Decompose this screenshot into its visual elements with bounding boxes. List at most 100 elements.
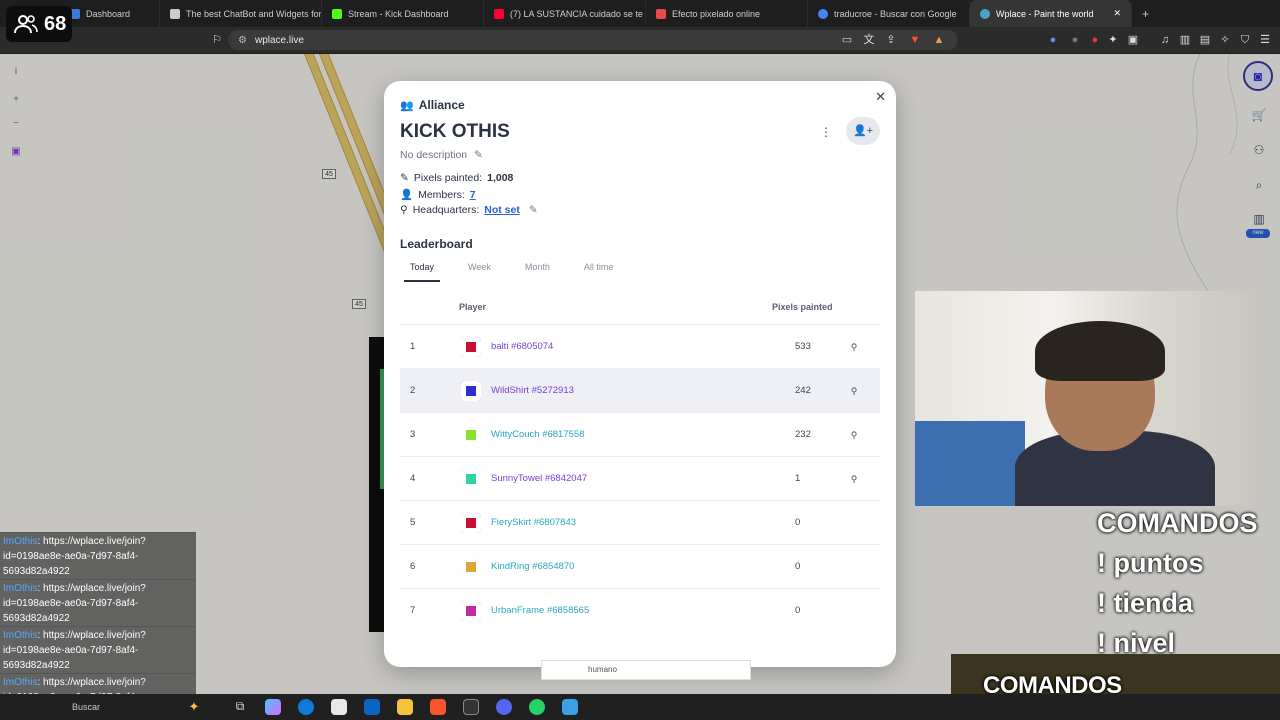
outlook-icon[interactable]: [364, 699, 380, 715]
cast-icon[interactable]: ▭: [840, 33, 854, 47]
sidebar-icon[interactable]: ▥: [1178, 33, 1192, 47]
brave-rewards-icon[interactable]: ▲: [932, 33, 946, 47]
wallet-icon[interactable]: ▤: [1198, 33, 1212, 47]
edit-description-icon[interactable]: ✎: [474, 149, 483, 161]
location-pin-icon: ⚲: [400, 204, 408, 216]
player-pixels-painted: 0: [795, 605, 801, 616]
new-tab-button[interactable]: +: [1132, 0, 1159, 27]
alliance-modal: ✕ 👥 Alliance KICK OTHIS ⋮ 👤+ No descript…: [384, 81, 896, 667]
add-member-button[interactable]: 👤+: [846, 117, 880, 145]
more-options-icon[interactable]: ⋮: [820, 125, 832, 139]
file-explorer-icon[interactable]: [397, 699, 413, 715]
brave-shield-icon[interactable]: ▼: [908, 33, 922, 47]
translate-icon[interactable]: 文: [862, 33, 876, 47]
leaderboard-row[interactable]: 5 FierySkirt #6807843 0: [400, 500, 880, 544]
commands-overlay: COMANDOS ! puntos ! tienda ! nivel: [1097, 503, 1258, 663]
browser-tab-bar: Dashboard The best ChatBot and Widgets f…: [0, 0, 1280, 27]
share-icon[interactable]: ⇪: [884, 33, 898, 47]
discord-icon[interactable]: [496, 699, 512, 715]
brave-icon[interactable]: [430, 699, 446, 715]
url-text: wplace.live: [254, 34, 304, 46]
extension-2-icon[interactable]: ●: [1068, 33, 1082, 47]
commands-title: COMANDOS: [1097, 508, 1258, 538]
webcam-bed: [915, 421, 1025, 506]
player-pixels-painted: 242: [795, 385, 811, 396]
tab-all-time[interactable]: All time: [578, 262, 620, 282]
screenshot-icon[interactable]: ▣: [1126, 33, 1140, 47]
leaderboard-row[interactable]: 6 KindRing #6854870 0: [400, 544, 880, 588]
alliance-header-label: Alliance: [418, 98, 465, 112]
taskbar-search-label[interactable]: Buscar: [72, 702, 100, 712]
tab-today[interactable]: Today: [404, 262, 441, 282]
tab-week[interactable]: Week: [462, 262, 497, 282]
tab-pixel-effect[interactable]: Efecto pixelado online: [646, 0, 808, 27]
edit-headquarters-icon[interactable]: ✎: [529, 204, 538, 216]
chat-message: ImOthis: https://wplace.live/join?id=019…: [0, 579, 196, 627]
webcam-person-hair: [1035, 321, 1165, 381]
copilot-sparkle-icon[interactable]: ✦: [186, 699, 202, 715]
media-icon[interactable]: ♫: [1158, 33, 1172, 47]
locate-player-icon[interactable]: ⚲: [849, 430, 859, 440]
player-pixels-painted: 0: [795, 517, 801, 528]
player-name[interactable]: balti #6805074: [491, 341, 553, 352]
tab-kick-dashboard[interactable]: Stream - Kick Dashboard: [322, 0, 484, 27]
headquarters-stat: ⚲ Headquarters: Not set ✎: [400, 204, 538, 216]
leaderboard-tabs: Today Week Month All time: [404, 262, 619, 282]
player-rank: 6: [410, 561, 416, 572]
tab-chatbot[interactable]: The best ChatBot and Widgets for K: [160, 0, 322, 27]
store-icon[interactable]: [331, 699, 347, 715]
alliance-description: No description ✎: [400, 149, 483, 161]
task-view-icon[interactable]: ⧉: [232, 699, 248, 715]
player-pixels-painted: 1: [795, 473, 801, 484]
tab-month[interactable]: Month: [519, 262, 556, 282]
members-link[interactable]: 7: [470, 189, 476, 201]
leaderboard-row[interactable]: 2 WildShirt #5272913 242 ⚲: [400, 368, 880, 412]
headquarters-link[interactable]: Not set: [484, 204, 520, 216]
add-user-icon: 👤+: [852, 125, 874, 137]
viewer-count-badge: 68: [6, 6, 72, 42]
close-tab-icon[interactable]: ✕: [1113, 8, 1121, 19]
leaderboard-row[interactable]: 4 SunnyTowel #6842047 1 ⚲: [400, 456, 880, 500]
leaderboard-row[interactable]: 7 UrbanFrame #6858565 0: [400, 588, 880, 632]
obs-icon[interactable]: [463, 699, 479, 715]
player-name[interactable]: UrbanFrame #6858565: [491, 605, 589, 616]
extension-1-icon[interactable]: ●: [1046, 33, 1060, 47]
site-info-icon[interactable]: ⚙: [238, 35, 247, 46]
locate-player-icon[interactable]: ⚲: [849, 342, 859, 352]
player-rank: 2: [410, 385, 416, 396]
whatsapp-icon[interactable]: [529, 699, 545, 715]
player-avatar: [461, 600, 481, 621]
player-name[interactable]: FierySkirt #6807843: [491, 517, 576, 528]
viewer-count: 68: [44, 12, 67, 35]
close-icon[interactable]: ✕: [875, 89, 886, 105]
player-rank: 3: [410, 429, 416, 440]
tab-wplace[interactable]: Wplace - Paint the world ✕: [970, 0, 1132, 27]
pixels-painted-stat: ✎ Pixels painted: 1,008: [400, 172, 514, 184]
app-icon[interactable]: [562, 699, 578, 715]
player-avatar: [461, 380, 481, 401]
player-name[interactable]: WittyCouch #6817558: [491, 429, 584, 440]
bookmark-icon[interactable]: ⚐: [210, 33, 224, 47]
copilot-icon[interactable]: [265, 699, 281, 715]
tab-youtube[interactable]: (7) LA SUSTANCIA cuidado se te cae: [484, 0, 646, 27]
player-pixels-painted: 232: [795, 429, 811, 440]
leaderboard-row[interactable]: 1 balti #6805074 533 ⚲: [400, 324, 880, 368]
vpn-icon[interactable]: ⛉: [1238, 33, 1252, 47]
extension-3-icon[interactable]: ●: [1088, 33, 1102, 47]
locate-player-icon[interactable]: ⚲: [849, 386, 859, 396]
leo-ai-icon[interactable]: ✧: [1218, 33, 1232, 47]
tab-favicon-icon: [170, 8, 180, 19]
extensions-puzzle-icon[interactable]: ✦: [1106, 33, 1120, 47]
player-name[interactable]: SunnyTowel #6842047: [491, 473, 587, 484]
leaderboard-row[interactable]: 3 WittyCouch #6817558 232 ⚲: [400, 412, 880, 456]
locate-player-icon[interactable]: ⚲: [849, 474, 859, 484]
player-avatar: [461, 512, 481, 533]
menu-icon[interactable]: ☰: [1258, 33, 1272, 47]
player-name[interactable]: KindRing #6854870: [491, 561, 574, 572]
tab-google[interactable]: traducroe - Buscar con Google: [808, 0, 970, 27]
alliance-title: KICK OTHIS: [400, 121, 510, 142]
tab-dashboard[interactable]: Dashboard: [60, 0, 160, 27]
edge-icon[interactable]: [298, 699, 314, 715]
player-name[interactable]: WildShirt #5272913: [491, 385, 574, 396]
player-avatar: [461, 336, 481, 357]
